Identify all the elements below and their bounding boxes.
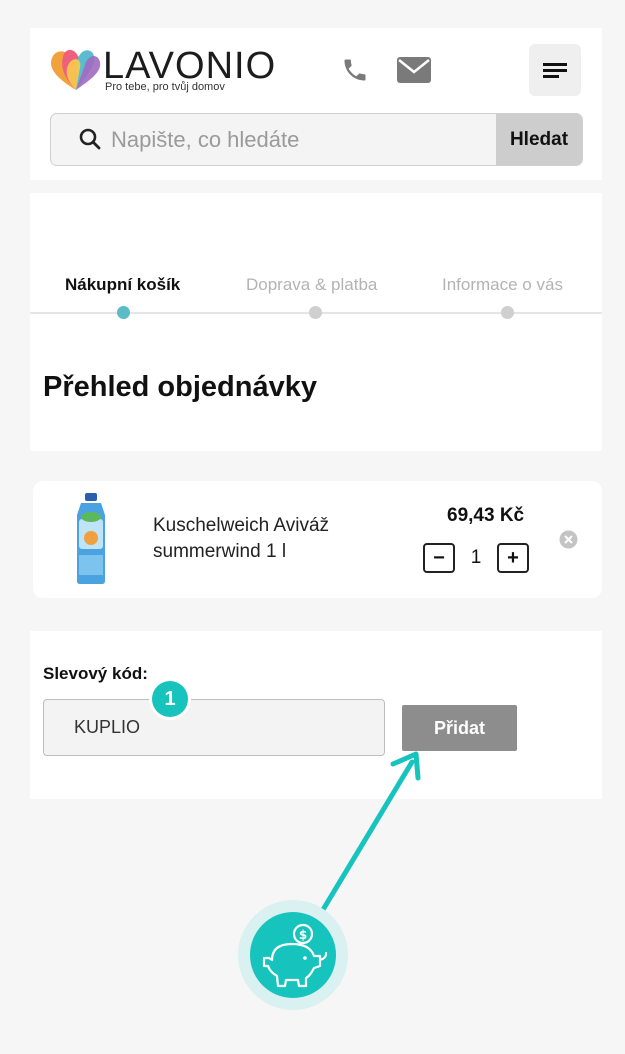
search-button[interactable]: Hledat: [496, 114, 582, 165]
checkout-steps: Nákupní košík Doprava & platba Informace…: [30, 193, 602, 451]
step-dot-inactive: [309, 306, 322, 319]
quantity-increase-button[interactable]: +: [497, 543, 529, 573]
piggy-bank-icon: $: [262, 923, 328, 988]
phone-icon[interactable]: [341, 56, 369, 84]
product-price: 69,43 Kč: [447, 505, 525, 526]
pointer-arrow-icon: [315, 751, 421, 921]
coupon-label: Slevový kód:: [43, 664, 148, 683]
step-dot-active: [117, 306, 130, 319]
quantity-decrease-button[interactable]: −: [423, 543, 455, 573]
product-name[interactable]: Kuschelweich Aviváž summerwind 1 l: [153, 513, 373, 565]
page-title: Přehled objednávky: [43, 371, 317, 403]
brand-tagline: Pro tebe, pro tvůj domov: [105, 81, 225, 93]
search-icon: [79, 128, 101, 150]
mail-icon[interactable]: [397, 57, 431, 83]
brand-logo-icon[interactable]: [46, 46, 106, 92]
step-customer-info[interactable]: Informace o vás: [442, 275, 563, 295]
step-cart[interactable]: Nákupní košík: [65, 275, 180, 295]
step-dot-inactive: [501, 306, 514, 319]
site-header: LAVONIO Pro tebe, pro tvůj domov Napište…: [30, 28, 602, 180]
step-shipping-payment[interactable]: Doprava & platba: [246, 275, 377, 295]
quantity-value[interactable]: 1: [469, 547, 483, 569]
search-bar: Napište, co hledáte Hledat: [50, 113, 583, 166]
close-circle-icon[interactable]: [559, 530, 578, 549]
svg-text:$: $: [299, 928, 307, 942]
step-number-badge: 1: [152, 681, 188, 717]
menu-button[interactable]: [529, 44, 581, 96]
cart-item: Kuschelweich Aviváž summerwind 1 l 69,43…: [33, 481, 602, 598]
search-input[interactable]: Napište, co hledáte: [111, 127, 299, 153]
product-image[interactable]: [71, 493, 111, 585]
menu-icon: [543, 63, 567, 78]
brand-name[interactable]: LAVONIO: [103, 46, 276, 86]
